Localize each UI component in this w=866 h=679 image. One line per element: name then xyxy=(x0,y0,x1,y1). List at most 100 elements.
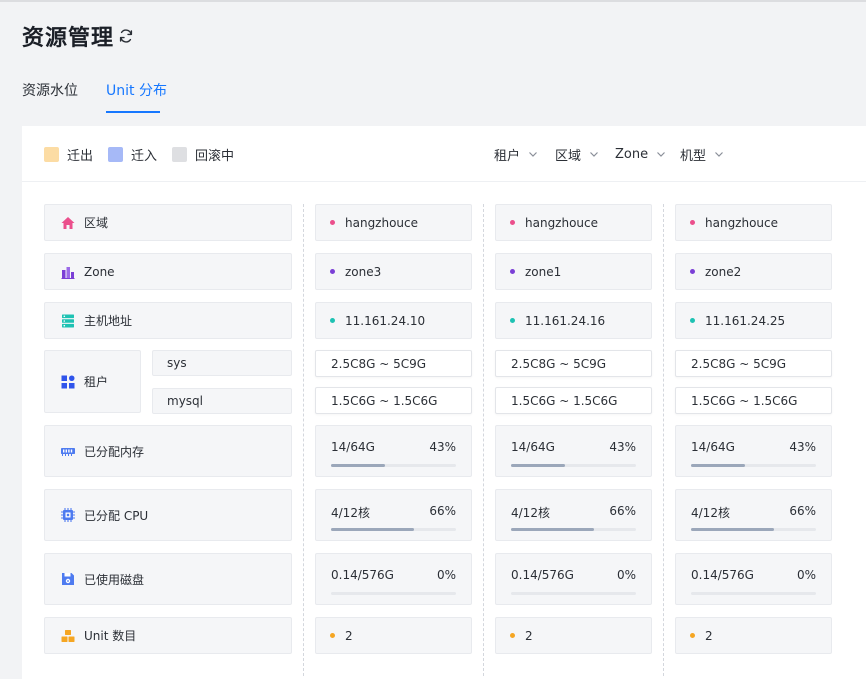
memory-usage-percent: 43% xyxy=(789,440,816,454)
unit-dot xyxy=(510,633,515,638)
row-label-unit-count: Unit 数目 xyxy=(44,617,292,654)
server-zone-cell: zone3 xyxy=(315,253,472,290)
server-unit-count-cell[interactable]: 2 xyxy=(495,617,652,654)
disk-usage-text: 0.14/576G xyxy=(511,568,574,582)
filter-zone-label: Zone xyxy=(615,146,649,162)
server-zone-value: zone2 xyxy=(705,264,742,279)
region-dot xyxy=(510,220,515,225)
row-label-cpu-text: 已分配 CPU xyxy=(84,508,149,523)
server-memory-cell: 14/64G 43% xyxy=(495,425,652,477)
chevron-down-icon xyxy=(590,152,598,157)
server-unit-count-cell[interactable]: 2 xyxy=(315,617,472,654)
legend-label-rollback: 回滚中 xyxy=(195,148,235,164)
row-label-tenant: 租户 xyxy=(44,350,141,413)
server-disk-cell: 0.14/576G 0% xyxy=(495,553,652,605)
cpu-metric-row: 4/12核 66% xyxy=(691,504,816,521)
row-label-unit-count-text: Unit 数目 xyxy=(84,629,137,643)
host-dot xyxy=(690,318,695,323)
chevron-down-icon xyxy=(529,152,537,157)
tenant-sys-spec[interactable]: 2.5C8G ~ 5C9G xyxy=(495,350,652,377)
server-cpu-cell: 4/12核 66% xyxy=(495,489,652,541)
unit-dot xyxy=(690,633,695,638)
memory-usage-text: 14/64G xyxy=(511,440,555,454)
server-host-cell: 11.161.24.25 xyxy=(675,302,832,339)
server-region-value: hangzhouce xyxy=(705,215,779,230)
filter-machine-type[interactable]: 机型 xyxy=(680,145,724,164)
disk-metric-row: 0.14/576G 0% xyxy=(511,568,636,582)
memory-progress-track xyxy=(331,464,456,467)
filter-tenant[interactable]: 租户 xyxy=(494,145,538,164)
tenant-sub-sys: sys xyxy=(152,350,292,376)
server-zone-value: zone3 xyxy=(345,264,382,279)
server-region-cell: hangzhouce xyxy=(315,204,472,241)
memory-usage-percent: 43% xyxy=(609,440,636,454)
disk-usage-percent: 0% xyxy=(796,568,816,582)
disk-usage-percent: 0% xyxy=(616,568,636,582)
server-region-cell: hangzhouce xyxy=(675,204,832,241)
filter-machine-type-label: 机型 xyxy=(680,148,707,164)
disk-progress-track xyxy=(511,592,636,595)
page-title: 资源管理 xyxy=(22,26,115,51)
cpu-metric-row: 4/12核 66% xyxy=(511,504,636,521)
tab-unit-distribution[interactable]: Unit 分布 xyxy=(106,80,167,100)
apps-icon xyxy=(61,375,75,388)
region-dot xyxy=(330,220,335,225)
cpu-usage-percent: 66% xyxy=(789,504,816,518)
tenant-mysql-spec[interactable]: 1.5C6G ~ 1.5C6G xyxy=(495,387,652,414)
row-label-memory: 已分配内存 xyxy=(44,425,292,477)
memory-metric-row: 14/64G 43% xyxy=(511,440,636,454)
disk-progress-track xyxy=(691,592,816,595)
row-label-region: 区域 xyxy=(44,204,292,241)
row-label-host: 主机地址 xyxy=(44,302,292,339)
top-border xyxy=(0,0,866,2)
tenant-sys-spec[interactable]: 2.5C8G ~ 5C9G xyxy=(315,350,472,377)
server-zone-cell: zone2 xyxy=(675,253,832,290)
cpu-progress-track xyxy=(691,528,816,531)
server-disk-cell: 0.14/576G 0% xyxy=(675,553,832,605)
server-cpu-cell: 4/12核 66% xyxy=(675,489,832,541)
memory-progress-fill xyxy=(511,464,565,467)
server-disk-cell: 0.14/576G 0% xyxy=(315,553,472,605)
disk-metric-row: 0.14/576G 0% xyxy=(691,568,816,582)
legend-item-in: 迁入 xyxy=(108,145,157,164)
filter-region[interactable]: 区域 xyxy=(555,145,599,164)
legend-filter-bar: 迁出 迁入 回滚中 租户 区域 Zone 机型 xyxy=(22,126,866,182)
cpu-progress-track xyxy=(331,528,456,531)
legend-item-rollback: 回滚中 xyxy=(172,145,235,164)
row-label-zone-text: Zone xyxy=(84,264,115,279)
row-label-host-text: 主机地址 xyxy=(84,314,133,328)
tab-resource-level[interactable]: 资源水位 xyxy=(22,80,78,100)
tenant-mysql-spec[interactable]: 1.5C6G ~ 1.5C6G xyxy=(675,387,832,414)
server-host-value: 11.161.24.10 xyxy=(345,313,426,328)
disk-usage-text: 0.14/576G xyxy=(331,568,394,582)
cpu-progress-fill xyxy=(511,528,594,531)
home-icon xyxy=(61,216,75,229)
zone-dot xyxy=(690,269,695,274)
cpu-metric-row: 4/12核 66% xyxy=(331,504,456,521)
server-host-cell: 11.161.24.10 xyxy=(315,302,472,339)
region-dot xyxy=(690,220,695,225)
tenant-mysql-spec[interactable]: 1.5C6G ~ 1.5C6G xyxy=(315,387,472,414)
server-unit-count-value: 2 xyxy=(345,628,353,643)
row-label-cpu: 已分配 CPU xyxy=(44,489,292,541)
filter-zone[interactable]: Zone xyxy=(615,145,666,163)
host-dot xyxy=(330,318,335,323)
tenant-sys-spec[interactable]: 2.5C8G ~ 5C9G xyxy=(675,350,832,377)
bar-chart-icon xyxy=(61,266,75,279)
server-unit-count-cell[interactable]: 2 xyxy=(675,617,832,654)
server-memory-cell: 14/64G 43% xyxy=(315,425,472,477)
server-zone-cell: zone1 xyxy=(495,253,652,290)
memory-metric-row: 14/64G 43% xyxy=(331,440,456,454)
chevron-down-icon xyxy=(715,152,723,157)
row-label-region-text: 区域 xyxy=(84,216,109,230)
disk-icon xyxy=(62,573,74,585)
cpu-icon xyxy=(61,508,75,522)
server-cpu-cell: 4/12核 66% xyxy=(315,489,472,541)
refresh-icon[interactable] xyxy=(118,28,134,44)
filter-tenant-label: 租户 xyxy=(494,148,521,164)
legend-label-out: 迁出 xyxy=(67,148,94,164)
cpu-usage-text: 4/12核 xyxy=(691,506,730,520)
memory-icon xyxy=(61,448,75,456)
row-label-memory-text: 已分配内存 xyxy=(84,444,145,459)
server-host-value: 11.161.24.16 xyxy=(525,313,606,328)
